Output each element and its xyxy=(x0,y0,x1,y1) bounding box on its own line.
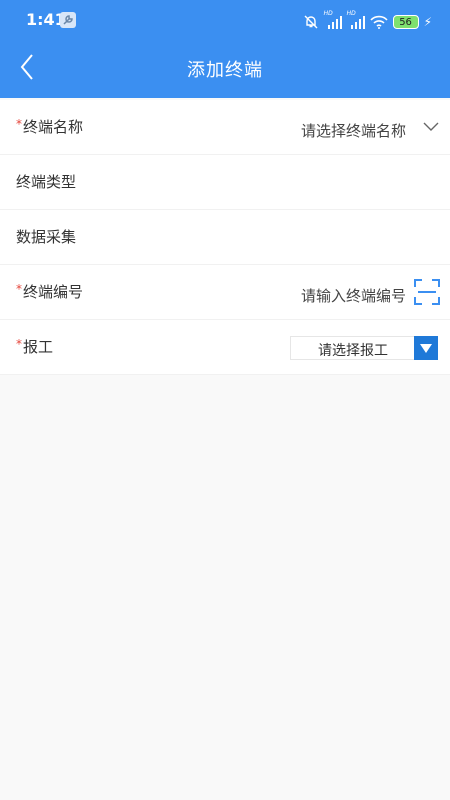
wrench-icon xyxy=(60,12,76,28)
report-select[interactable]: 请选择报工 xyxy=(290,336,438,360)
page-title: 添加终端 xyxy=(187,60,263,81)
terminal-code-row[interactable]: *终端编号 请输入终端编号 xyxy=(0,265,450,320)
scan-icon[interactable] xyxy=(414,279,440,305)
add-terminal-form: *终端名称 请选择终端名称 终端类型 数据采集 *终端编号 请输入终端编号 *报… xyxy=(0,100,450,375)
report-label: *报工 xyxy=(16,337,54,356)
battery-icon: 56 xyxy=(392,15,419,29)
chevron-down-icon[interactable] xyxy=(422,122,440,132)
mute-bell-icon xyxy=(304,15,318,29)
terminal-type-label: 终端类型 xyxy=(16,173,77,191)
data-collection-row: 数据采集 xyxy=(0,210,450,265)
status-bar: 1:41 HD HD 56 ⚡ xyxy=(0,0,450,42)
terminal-name-row[interactable]: *终端名称 请选择终端名称 xyxy=(0,100,450,155)
system-icons: HD HD 56 ⚡ xyxy=(303,10,432,30)
terminal-name-label: *终端名称 xyxy=(16,117,84,136)
terminal-name-select[interactable]: 请选择终端名称 xyxy=(301,120,406,141)
header-bar: 1:41 HD HD 56 ⚡ 添加终端 xyxy=(0,0,450,98)
terminal-code-input[interactable]: 请输入终端编号 xyxy=(301,285,406,306)
report-dropdown-button[interactable] xyxy=(414,336,438,360)
terminal-code-label: *终端编号 xyxy=(16,282,84,301)
data-collection-label: 数据采集 xyxy=(16,228,77,246)
charging-icon: ⚡ xyxy=(423,15,432,29)
wifi-icon xyxy=(369,15,388,29)
triangle-down-icon xyxy=(420,344,432,353)
terminal-type-row: 终端类型 xyxy=(0,155,450,210)
signal-hd-icon: HD xyxy=(347,10,365,29)
report-row[interactable]: *报工 请选择报工 xyxy=(0,320,450,375)
signal-hd-icon: HD xyxy=(324,10,342,29)
report-select-value: 请选择报工 xyxy=(318,343,388,359)
